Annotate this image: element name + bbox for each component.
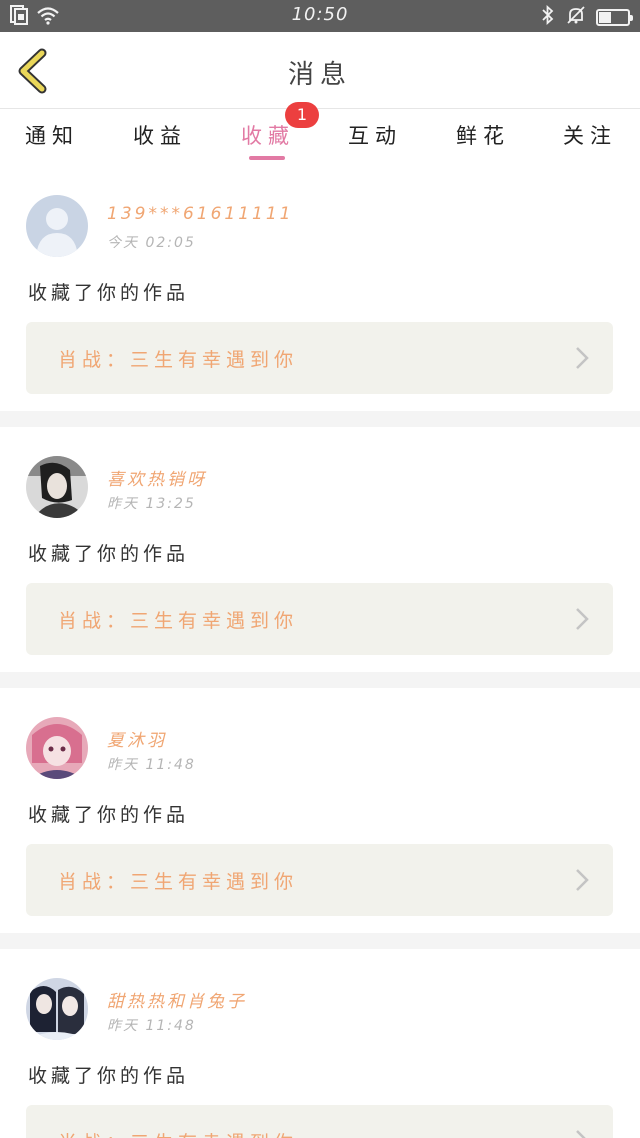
tab-earnings[interactable]: 收益 <box>120 120 200 150</box>
message-card: 夏沐羽 昨天 11:48 收藏了你的作品 肖战：三生有幸遇到你 <box>0 688 640 933</box>
username[interactable]: 甜热热和肖兔子 <box>107 987 247 1012</box>
card-separator <box>0 933 640 949</box>
work-link[interactable]: 肖战：三生有幸遇到你 <box>26 844 613 916</box>
active-tab-indicator <box>249 156 285 160</box>
mute-icon <box>566 5 586 29</box>
chevron-right-icon <box>575 346 589 370</box>
message-card: 喜欢热销呀 昨天 13:25 收藏了你的作品 肖战：三生有幸遇到你 <box>0 427 640 672</box>
anime-avatar[interactable] <box>26 717 88 779</box>
message-time: 昨天 11:48 <box>107 757 196 773</box>
tab-interactions[interactable]: 互动 <box>335 120 415 150</box>
photo-avatar[interactable] <box>26 456 88 518</box>
work-title: 肖战：三生有幸遇到你 <box>58 610 299 632</box>
message-list: 139***61611111 今天 02:05 收藏了你的作品 肖战：三生有幸遇… <box>0 166 640 1138</box>
action-text: 收藏了你的作品 <box>28 804 190 826</box>
header: 消息 <box>0 32 640 109</box>
action-text: 收藏了你的作品 <box>28 282 190 304</box>
work-title: 肖战：三生有幸遇到你 <box>58 871 299 893</box>
battery-icon <box>596 8 633 26</box>
tab-following[interactable]: 关注 <box>550 120 630 150</box>
tab-flowers[interactable]: 鲜花 <box>443 120 523 150</box>
work-title: 肖战：三生有幸遇到你 <box>58 349 299 371</box>
message-card: 139***61611111 今天 02:05 收藏了你的作品 肖战：三生有幸遇… <box>0 166 640 411</box>
username[interactable]: 139***61611111 <box>107 204 293 224</box>
message-time: 昨天 13:25 <box>107 496 196 512</box>
message-time: 今天 02:05 <box>107 235 196 251</box>
card-separator <box>0 672 640 688</box>
work-link[interactable]: 肖战：三生有幸遇到你 <box>26 1105 613 1138</box>
battery-fill <box>599 11 611 23</box>
chevron-right-icon <box>575 607 589 631</box>
unread-badge: 1 <box>285 102 319 128</box>
action-text: 收藏了你的作品 <box>28 1065 190 1087</box>
work-link[interactable]: 肖战：三生有幸遇到你 <box>26 583 613 655</box>
bluetooth-icon <box>540 4 556 29</box>
page-title: 消息 <box>287 60 352 90</box>
chevron-right-icon <box>575 868 589 892</box>
tab-notifications[interactable]: 通知 <box>12 120 92 150</box>
work-title: 肖战：三生有幸遇到你 <box>58 1128 298 1138</box>
couple-avatar[interactable] <box>26 978 88 1040</box>
tab-bar: 通知 收益 收藏 1 互动 鲜花 关注 <box>0 102 640 166</box>
work-link[interactable]: 肖战：三生有幸遇到你 <box>26 322 613 394</box>
message-card: 甜热热和肖兔子 昨天 11:48 收藏了你的作品 肖战：三生有幸遇到你 <box>0 949 640 1138</box>
status-right <box>540 4 633 29</box>
message-time: 昨天 11:48 <box>107 1018 196 1034</box>
status-bar: 10:50 <box>0 0 640 32</box>
card-separator <box>0 411 640 427</box>
username[interactable]: 夏沐羽 <box>107 726 167 751</box>
default-avatar-icon[interactable] <box>26 195 88 257</box>
action-text: 收藏了你的作品 <box>28 543 190 565</box>
username[interactable]: 喜欢热销呀 <box>107 465 207 490</box>
chevron-right-icon <box>575 1129 589 1138</box>
